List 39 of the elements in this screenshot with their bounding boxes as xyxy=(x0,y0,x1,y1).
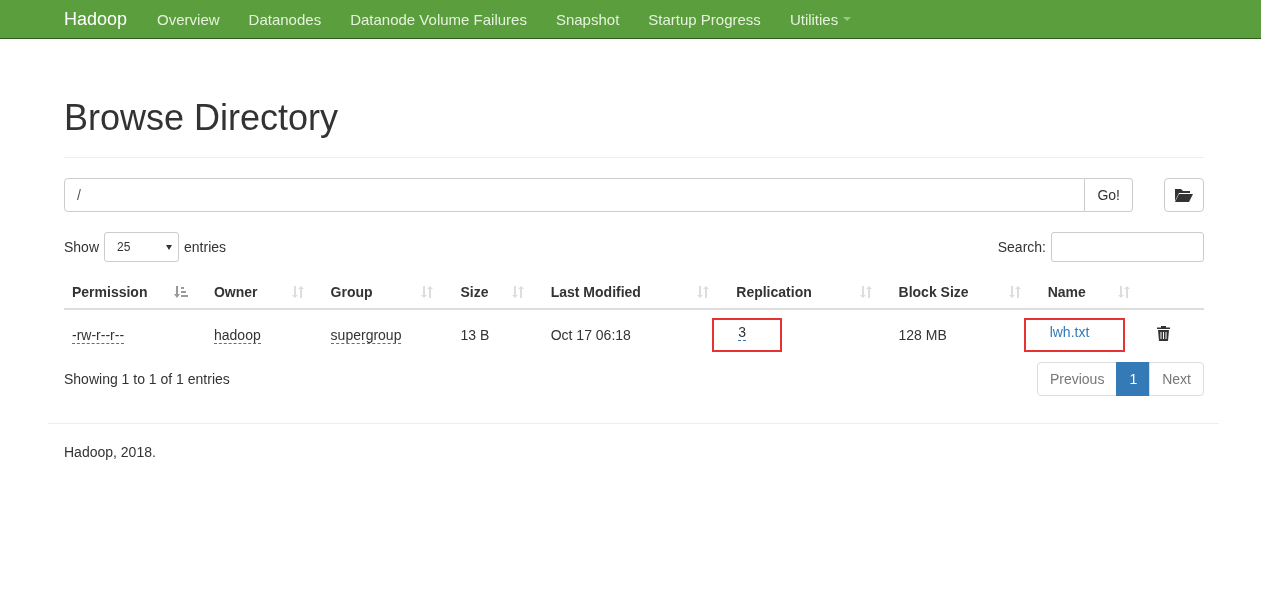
folder-button[interactable] xyxy=(1164,178,1204,212)
table-cell: 128 MB xyxy=(898,327,947,343)
column-header[interactable]: Last Modified xyxy=(542,276,729,309)
search-field[interactable] xyxy=(1051,232,1204,262)
column-header[interactable]: Permission xyxy=(64,276,206,309)
sort-icon[interactable] xyxy=(696,285,711,299)
search-label: Search: xyxy=(997,239,1046,255)
entries-select[interactable]: 25 xyxy=(104,232,180,262)
footer-text: Hadoop, 2018. xyxy=(64,444,157,460)
entries-info: Showing 1 to 1 of 1 entries xyxy=(64,371,230,387)
table-cell: 13 B xyxy=(460,327,490,343)
folder-icon xyxy=(1175,188,1193,202)
sort-icon[interactable] xyxy=(420,285,435,299)
column-header[interactable]: Group xyxy=(322,276,453,309)
column-header[interactable]: Block Size xyxy=(890,276,1040,309)
sort-icon[interactable] xyxy=(290,285,305,299)
table-cell: hadoop xyxy=(214,327,261,344)
show-label: Show xyxy=(64,239,100,255)
path-field[interactable]: / xyxy=(64,178,1086,212)
table-cell: supergroup xyxy=(330,327,402,344)
page-title: Browse Directory xyxy=(64,97,1204,158)
table-cell: -rw-r--r-- xyxy=(72,327,125,344)
table-cell: Oct 17 06:18 xyxy=(550,327,631,343)
pagination-button[interactable]: 1 xyxy=(1116,362,1151,396)
caret-icon xyxy=(166,244,173,250)
sort-icon[interactable] xyxy=(1007,285,1022,299)
table-cell: 3 xyxy=(738,324,747,341)
sort-icon[interactable] xyxy=(510,285,525,299)
trash-icon[interactable] xyxy=(1157,326,1171,341)
column-header[interactable]: Size xyxy=(452,276,543,309)
file-link[interactable]: lwh.txt xyxy=(1049,324,1090,340)
column-header[interactable]: Owner xyxy=(206,276,323,309)
sort-icon[interactable] xyxy=(858,285,873,299)
entries-label: entries xyxy=(184,239,227,255)
column-header[interactable]: Replication xyxy=(728,276,891,309)
column-header[interactable]: Name xyxy=(1039,276,1150,309)
go-button[interactable]: Go! xyxy=(1085,178,1133,212)
sort-ascending-icon[interactable] xyxy=(174,285,188,299)
sort-icon[interactable] xyxy=(1117,285,1132,299)
